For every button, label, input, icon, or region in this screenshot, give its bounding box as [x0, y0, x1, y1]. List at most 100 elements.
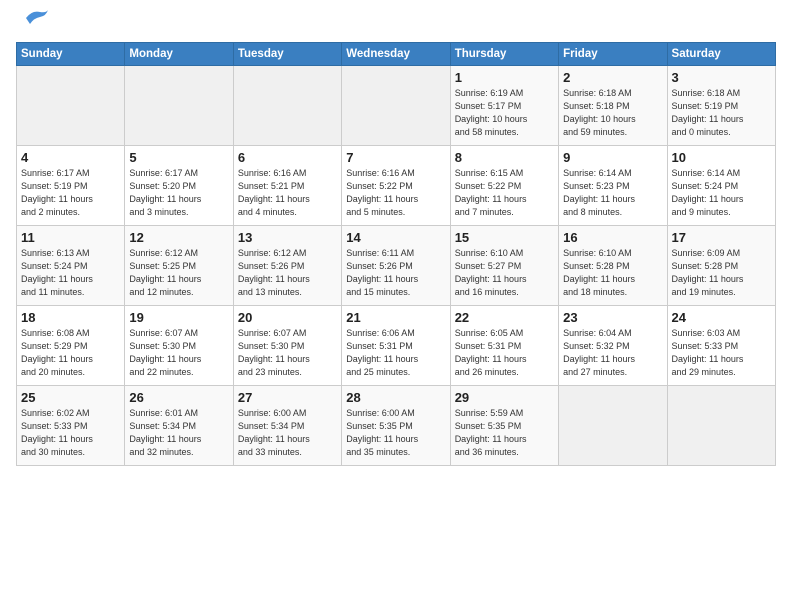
day-number: 9: [563, 150, 662, 165]
day-info: Sunrise: 6:14 AMSunset: 5:24 PMDaylight:…: [672, 167, 771, 219]
day-info: Sunrise: 6:00 AMSunset: 5:35 PMDaylight:…: [346, 407, 445, 459]
calendar-cell: [559, 386, 667, 466]
calendar-cell: [342, 66, 450, 146]
day-number: 3: [672, 70, 771, 85]
calendar-cell: 5Sunrise: 6:17 AMSunset: 5:20 PMDaylight…: [125, 146, 233, 226]
calendar-cell: [667, 386, 775, 466]
calendar-cell: 3 Sunrise: 6:18 AMSunset: 5:19 PMDaylight…: [667, 66, 775, 146]
day-number: 12: [129, 230, 228, 245]
day-number: 26: [129, 390, 228, 405]
week-row-5: 25 Sunrise: 6:02 AMSunset: 5:33 PMDayligh…: [17, 386, 776, 466]
week-row-1: 1 Sunrise: 6:19 AMSunset: 5:17 PMDaylight…: [17, 66, 776, 146]
day-number: 27: [238, 390, 337, 405]
calendar-cell: [233, 66, 341, 146]
day-number: 22: [455, 310, 554, 325]
week-row-4: 18 Sunrise: 6:08 AMSunset: 5:29 PMDayligh…: [17, 306, 776, 386]
calendar-cell: 7Sunrise: 6:16 AMSunset: 5:22 PMDaylight…: [342, 146, 450, 226]
calendar-cell: 12 Sunrise: 6:12 AMSunset: 5:25 PMDayligh…: [125, 226, 233, 306]
calendar-cell: 11 Sunrise: 6:13 AMSunset: 5:24 PMDayligh…: [17, 226, 125, 306]
weekday-header-sunday: Sunday: [17, 43, 125, 66]
page: SundayMondayTuesdayWednesdayThursdayFrid…: [0, 0, 792, 476]
day-info: Sunrise: 6:19 AMSunset: 5:17 PMDaylight:…: [455, 87, 554, 139]
day-number: 18: [21, 310, 120, 325]
calendar-cell: 6 Sunrise: 6:16 AMSunset: 5:21 PMDaylight…: [233, 146, 341, 226]
calendar-cell: 2 Sunrise: 6:18 AMSunset: 5:18 PMDaylight…: [559, 66, 667, 146]
logo-bird-icon: [18, 8, 50, 30]
day-info: Sunrise: 6:08 AMSunset: 5:29 PMDaylight:…: [21, 327, 120, 379]
week-row-2: 4 Sunrise: 6:17 AMSunset: 5:19 PMDaylight…: [17, 146, 776, 226]
calendar-cell: 17 Sunrise: 6:09 AMSunset: 5:28 PMDayligh…: [667, 226, 775, 306]
calendar-cell: 28 Sunrise: 6:00 AMSunset: 5:35 PMDayligh…: [342, 386, 450, 466]
weekday-header-row: SundayMondayTuesdayWednesdayThursdayFrid…: [17, 43, 776, 66]
week-row-3: 11 Sunrise: 6:13 AMSunset: 5:24 PMDayligh…: [17, 226, 776, 306]
calendar-cell: [17, 66, 125, 146]
day-number: 15: [455, 230, 554, 245]
day-info: Sunrise: 6:18 AMSunset: 5:19 PMDaylight:…: [672, 87, 771, 139]
day-info: Sunrise: 6:17 AMSunset: 5:20 PMDaylight:…: [129, 167, 228, 219]
day-number: 17: [672, 230, 771, 245]
day-number: 13: [238, 230, 337, 245]
calendar-cell: 22 Sunrise: 6:05 AMSunset: 5:31 PMDayligh…: [450, 306, 558, 386]
calendar-cell: [125, 66, 233, 146]
day-number: 10: [672, 150, 771, 165]
calendar-cell: 29Sunrise: 5:59 AMSunset: 5:35 PMDayligh…: [450, 386, 558, 466]
day-info: Sunrise: 6:11 AMSunset: 5:26 PMDaylight:…: [346, 247, 445, 299]
day-number: 20: [238, 310, 337, 325]
calendar-cell: 21Sunrise: 6:06 AMSunset: 5:31 PMDayligh…: [342, 306, 450, 386]
calendar-cell: 10 Sunrise: 6:14 AMSunset: 5:24 PMDayligh…: [667, 146, 775, 226]
day-number: 11: [21, 230, 120, 245]
day-info: Sunrise: 6:13 AMSunset: 5:24 PMDaylight:…: [21, 247, 120, 299]
weekday-header-wednesday: Wednesday: [342, 43, 450, 66]
calendar-cell: 19 Sunrise: 6:07 AMSunset: 5:30 PMDayligh…: [125, 306, 233, 386]
day-info: Sunrise: 6:02 AMSunset: 5:33 PMDaylight:…: [21, 407, 120, 459]
calendar-cell: 9 Sunrise: 6:14 AMSunset: 5:23 PMDaylight…: [559, 146, 667, 226]
day-info: Sunrise: 6:14 AMSunset: 5:23 PMDaylight:…: [563, 167, 662, 219]
calendar-cell: 14 Sunrise: 6:11 AMSunset: 5:26 PMDayligh…: [342, 226, 450, 306]
day-info: Sunrise: 6:18 AMSunset: 5:18 PMDaylight:…: [563, 87, 662, 139]
day-number: 8: [455, 150, 554, 165]
weekday-header-tuesday: Tuesday: [233, 43, 341, 66]
logo: [16, 16, 50, 30]
day-number: 28: [346, 390, 445, 405]
day-info: Sunrise: 6:12 AMSunset: 5:26 PMDaylight:…: [238, 247, 337, 299]
calendar-cell: 1 Sunrise: 6:19 AMSunset: 5:17 PMDaylight…: [450, 66, 558, 146]
calendar-cell: 13 Sunrise: 6:12 AMSunset: 5:26 PMDayligh…: [233, 226, 341, 306]
weekday-header-monday: Monday: [125, 43, 233, 66]
day-info: Sunrise: 6:01 AMSunset: 5:34 PMDaylight:…: [129, 407, 228, 459]
day-info: Sunrise: 6:00 AMSunset: 5:34 PMDaylight:…: [238, 407, 337, 459]
day-number: 7: [346, 150, 445, 165]
day-info: Sunrise: 6:10 AMSunset: 5:28 PMDaylight:…: [563, 247, 662, 299]
day-info: Sunrise: 6:16 AMSunset: 5:21 PMDaylight:…: [238, 167, 337, 219]
day-number: 4: [21, 150, 120, 165]
day-number: 1: [455, 70, 554, 85]
day-info: Sunrise: 6:17 AMSunset: 5:19 PMDaylight:…: [21, 167, 120, 219]
calendar-cell: 25 Sunrise: 6:02 AMSunset: 5:33 PMDayligh…: [17, 386, 125, 466]
day-number: 19: [129, 310, 228, 325]
day-number: 14: [346, 230, 445, 245]
calendar-cell: 23Sunrise: 6:04 AMSunset: 5:32 PMDayligh…: [559, 306, 667, 386]
calendar-cell: 8Sunrise: 6:15 AMSunset: 5:22 PMDaylight…: [450, 146, 558, 226]
day-info: Sunrise: 6:10 AMSunset: 5:27 PMDaylight:…: [455, 247, 554, 299]
calendar-cell: 15 Sunrise: 6:10 AMSunset: 5:27 PMDayligh…: [450, 226, 558, 306]
day-number: 29: [455, 390, 554, 405]
calendar-cell: 27 Sunrise: 6:00 AMSunset: 5:34 PMDayligh…: [233, 386, 341, 466]
day-number: 24: [672, 310, 771, 325]
day-info: Sunrise: 6:03 AMSunset: 5:33 PMDaylight:…: [672, 327, 771, 379]
day-number: 16: [563, 230, 662, 245]
day-number: 2: [563, 70, 662, 85]
day-number: 6: [238, 150, 337, 165]
calendar-cell: 20Sunrise: 6:07 AMSunset: 5:30 PMDayligh…: [233, 306, 341, 386]
day-info: Sunrise: 6:05 AMSunset: 5:31 PMDaylight:…: [455, 327, 554, 379]
day-info: Sunrise: 6:12 AMSunset: 5:25 PMDaylight:…: [129, 247, 228, 299]
calendar-cell: 16 Sunrise: 6:10 AMSunset: 5:28 PMDayligh…: [559, 226, 667, 306]
day-info: Sunrise: 6:09 AMSunset: 5:28 PMDaylight:…: [672, 247, 771, 299]
day-number: 25: [21, 390, 120, 405]
day-number: 23: [563, 310, 662, 325]
calendar-cell: 4 Sunrise: 6:17 AMSunset: 5:19 PMDaylight…: [17, 146, 125, 226]
calendar-cell: 18 Sunrise: 6:08 AMSunset: 5:29 PMDayligh…: [17, 306, 125, 386]
calendar-table: SundayMondayTuesdayWednesdayThursdayFrid…: [16, 42, 776, 466]
day-info: Sunrise: 6:07 AMSunset: 5:30 PMDaylight:…: [129, 327, 228, 379]
calendar-cell: 24 Sunrise: 6:03 AMSunset: 5:33 PMDayligh…: [667, 306, 775, 386]
weekday-header-saturday: Saturday: [667, 43, 775, 66]
weekday-header-friday: Friday: [559, 43, 667, 66]
